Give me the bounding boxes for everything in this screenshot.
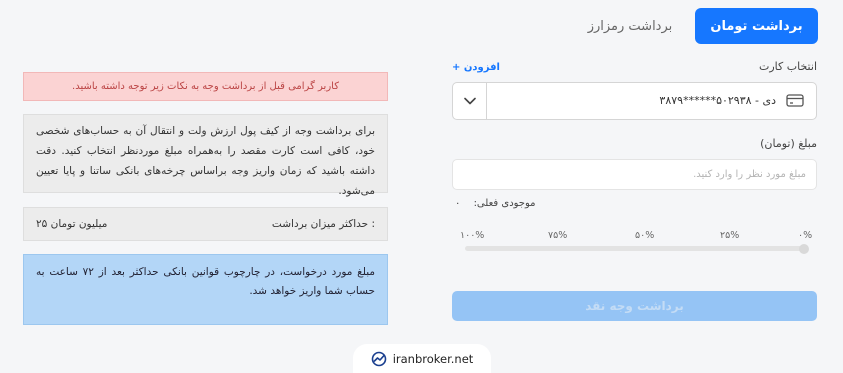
amount-label: مبلغ (تومان) <box>760 137 817 150</box>
slider-marks: ۱۰۰% ۷۵% ۵۰% ۲۵% ۰% <box>460 230 813 244</box>
max-withdrawal-value: ۲۵ میلیون تومان <box>36 218 108 230</box>
slider-mark-75: ۷۵% <box>548 230 568 241</box>
tab-crypto-withdrawal[interactable]: برداشت رمزارز <box>580 8 680 44</box>
max-withdrawal-label: حداکثر میزان برداشت : <box>271 218 375 230</box>
slider-mark-50: ۵۰% <box>635 230 655 241</box>
add-card-link[interactable]: + افزودن <box>452 62 500 73</box>
credit-card-icon <box>786 92 804 109</box>
chevron-down-icon[interactable] <box>453 83 487 119</box>
slider-mark-0: ۰% <box>798 230 813 241</box>
slider-mark-25: ۲۵% <box>720 230 740 241</box>
trend-logo-icon <box>371 351 386 366</box>
balance-value: ۰ <box>455 198 461 209</box>
warning-alert: کاربر گرامی قبل از برداشت وجه به نکات زی… <box>23 72 388 101</box>
card-select[interactable]: دی - ۵۰۲۹۳۸******۳۸۷۹ <box>452 82 817 120</box>
withdraw-cash-button[interactable]: برداشت وجه نقد <box>452 291 817 321</box>
selected-card: دی - ۵۰۲۹۳۸******۳۸۷۹ <box>659 94 776 107</box>
tab-toman-withdrawal[interactable]: برداشت تومان <box>695 8 818 44</box>
max-withdrawal-row: ۲۵ میلیون تومان حداکثر میزان برداشت : <box>23 207 388 241</box>
processing-notice: مبلغ مورد درخواست، در چارچوب قوانین بانک… <box>23 254 388 325</box>
watermark-text: iranbroker.net <box>392 351 474 366</box>
current-balance: موجودی فعلی: ۰ <box>455 198 536 209</box>
balance-label: موجودی فعلی: <box>473 198 536 209</box>
amount-slider-handle[interactable] <box>799 244 809 254</box>
withdrawal-info: برای برداشت وجه از کیف پول ارزش ولت و ان… <box>23 114 388 197</box>
slider-mark-100: ۱۰۰% <box>460 230 485 241</box>
site-watermark: iranbroker.net <box>353 344 491 373</box>
amount-slider-track[interactable] <box>465 246 807 251</box>
amount-input[interactable] <box>452 159 817 190</box>
card-select-label: انتخاب کارت <box>759 60 817 73</box>
